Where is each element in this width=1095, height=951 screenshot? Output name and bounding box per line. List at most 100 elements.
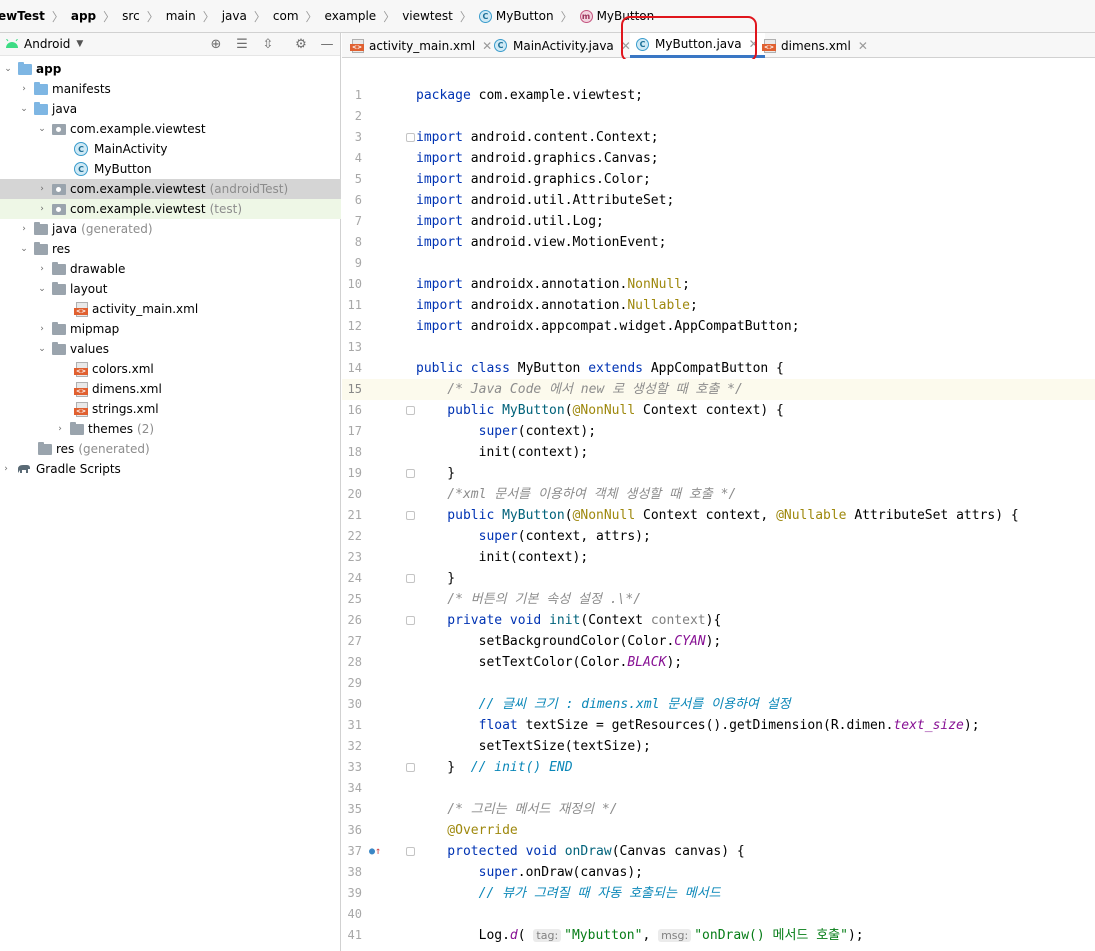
chevron-down-icon[interactable]: ⌄ — [18, 244, 30, 254]
tree-item-label: mipmap — [70, 322, 120, 336]
code-line: 8 import android.view.MotionEvent; — [342, 232, 1095, 253]
resource-folder-icon — [34, 241, 48, 255]
code-line: 10 import androidx.annotation.NonNull; — [342, 274, 1095, 295]
code-editor[interactable]: 1 package com.example.viewtest; 2 3 import… — [342, 59, 1095, 951]
chevron-down-icon[interactable]: ⌄ — [2, 64, 14, 74]
fold-marker-icon[interactable] — [406, 574, 415, 583]
close-icon[interactable]: ✕ — [858, 39, 868, 53]
gear-icon[interactable]: ⚙ — [293, 36, 309, 52]
fold-marker-icon[interactable] — [406, 133, 415, 142]
tree-item-mybutton[interactable]: C MyButton — [0, 159, 341, 179]
code-token: protected void — [416, 844, 565, 859]
tree-item-app[interactable]: ⌄ app — [0, 59, 341, 79]
tree-item-label: Gradle Scripts — [36, 462, 121, 476]
expand-all-icon[interactable]: ☰ — [234, 36, 250, 52]
locate-icon[interactable]: ⊕ — [208, 36, 224, 52]
code-line: 36 @Override — [342, 820, 1095, 841]
chevron-right-icon[interactable]: › — [18, 224, 30, 234]
tab-mybutton-java[interactable]: C MyButton.java ✕ — [630, 33, 765, 58]
chevron-down-icon[interactable]: ⌄ — [36, 124, 48, 134]
code-line: 27 setBackgroundColor(Color.CYAN); — [342, 631, 1095, 652]
close-icon[interactable]: ✕ — [749, 37, 759, 51]
breadcrumb-com[interactable]: com — [273, 0, 299, 32]
tree-item-strings-xml[interactable]: strings.xml — [0, 399, 341, 419]
fold-marker-icon[interactable] — [406, 469, 415, 478]
line-number: 13 — [347, 340, 362, 354]
tree-item-manifests[interactable]: › manifests — [0, 79, 341, 99]
code-line: 29 — [342, 673, 1095, 694]
breadcrumb-example[interactable]: example — [325, 0, 377, 32]
tree-item-package-main[interactable]: ⌄ com.example.viewtest — [0, 119, 341, 139]
tree-item-label: com.example.viewtest — [70, 182, 206, 196]
breadcrumb-java[interactable]: java — [222, 0, 247, 32]
code-line: 31 float textSize = getResources().getDi… — [342, 715, 1095, 736]
minimize-icon[interactable]: — — [319, 36, 335, 52]
collapse-all-icon[interactable]: ⇳ — [260, 36, 276, 52]
tree-item-res-generated[interactable]: res (generated) — [0, 439, 341, 459]
code-token: ); — [666, 655, 683, 670]
tree-item-drawable[interactable]: › drawable — [0, 259, 341, 279]
code-line: 37 ●↑ protected void onDraw(Canvas canvas… — [342, 841, 1095, 862]
tree-item-values[interactable]: ⌄ values — [0, 339, 341, 359]
code-token: .onDraw(canvas); — [517, 865, 643, 880]
breadcrumb-method[interactable]: m MyButton — [579, 0, 654, 32]
code-token: @Nullable — [776, 508, 847, 523]
breadcrumb-app[interactable]: app — [71, 0, 96, 32]
chevron-right-icon[interactable]: › — [36, 184, 48, 194]
fold-marker-icon[interactable] — [406, 847, 415, 856]
chevron-right-icon[interactable]: › — [36, 204, 48, 214]
code-token: import — [416, 319, 463, 334]
tree-item-colors-xml[interactable]: colors.xml — [0, 359, 341, 379]
breadcrumb-viewtest[interactable]: viewtest — [402, 0, 453, 32]
line-number: 23 — [347, 550, 362, 564]
code-token: setTextColor(Color. — [416, 655, 628, 670]
code-token: android.util.Log; — [462, 214, 604, 229]
tree-item-label: strings.xml — [92, 402, 159, 416]
tree-item-dimens-xml[interactable]: dimens.xml — [0, 379, 341, 399]
fold-marker-icon[interactable] — [406, 616, 415, 625]
code-token: (context); — [517, 424, 597, 439]
code-line: 40 — [342, 904, 1095, 925]
chevron-right-icon[interactable]: › — [18, 84, 30, 94]
tree-item-mipmap[interactable]: › mipmap — [0, 319, 341, 339]
tab-mainactivity-java[interactable]: C MainActivity.java ✕ — [494, 33, 631, 58]
tab-dimens-xml[interactable]: dimens.xml ✕ — [762, 33, 868, 58]
code-token: super — [416, 529, 518, 544]
breadcrumb-class[interactable]: C MyButton — [478, 0, 554, 32]
fold-marker-icon[interactable] — [406, 511, 415, 520]
breadcrumb-separator: 〉 — [383, 9, 396, 24]
project-view-selector[interactable]: Android — [24, 37, 70, 51]
code-token: MyButton — [517, 361, 589, 376]
override-method-icon[interactable]: ●↑ — [369, 841, 381, 862]
breadcrumb-project[interactable]: ewTest — [0, 0, 45, 32]
tree-item-res[interactable]: ⌄ res — [0, 239, 341, 259]
close-icon[interactable]: ✕ — [482, 39, 492, 53]
tab-activity-main-xml[interactable]: activity_main.xml ✕ — [350, 33, 492, 58]
code-token: import — [416, 277, 463, 292]
chevron-right-icon[interactable]: › — [36, 264, 48, 274]
chevron-down-icon[interactable]: ▼ — [76, 39, 83, 49]
chevron-right-icon[interactable]: › — [0, 464, 12, 474]
code-line-current: 15 /* Java Code 에서 new 로 생성할 때 호출 */ — [342, 379, 1095, 400]
code-token: // init() END — [470, 760, 573, 775]
tree-item-gradle-scripts[interactable]: › Gradle Scripts — [0, 459, 341, 479]
breadcrumb-main[interactable]: main — [166, 0, 196, 32]
tree-item-mainactivity[interactable]: C MainActivity — [0, 139, 341, 159]
chevron-right-icon[interactable]: › — [54, 424, 66, 434]
tree-item-java[interactable]: ⌄ java — [0, 99, 341, 119]
tree-item-package-test[interactable]: › com.example.viewtest (test) — [0, 199, 341, 219]
tree-item-layout[interactable]: ⌄ layout — [0, 279, 341, 299]
code-line: 5 import android.graphics.Color; — [342, 169, 1095, 190]
tree-item-java-generated[interactable]: › java (generated) — [0, 219, 341, 239]
chevron-down-icon[interactable]: ⌄ — [18, 104, 30, 114]
chevron-down-icon[interactable]: ⌄ — [36, 344, 48, 354]
chevron-down-icon[interactable]: ⌄ — [36, 284, 48, 294]
chevron-right-icon[interactable]: › — [36, 324, 48, 334]
fold-marker-icon[interactable] — [406, 763, 415, 772]
tree-item-themes[interactable]: › themes (2) — [0, 419, 341, 439]
tree-item-package-androidtest[interactable]: › com.example.viewtest (androidTest) — [0, 179, 341, 199]
tree-item-activity-main-xml[interactable]: activity_main.xml — [0, 299, 341, 319]
line-number: 20 — [347, 487, 362, 501]
fold-marker-icon[interactable] — [406, 406, 415, 415]
breadcrumb-src[interactable]: src — [122, 0, 140, 32]
